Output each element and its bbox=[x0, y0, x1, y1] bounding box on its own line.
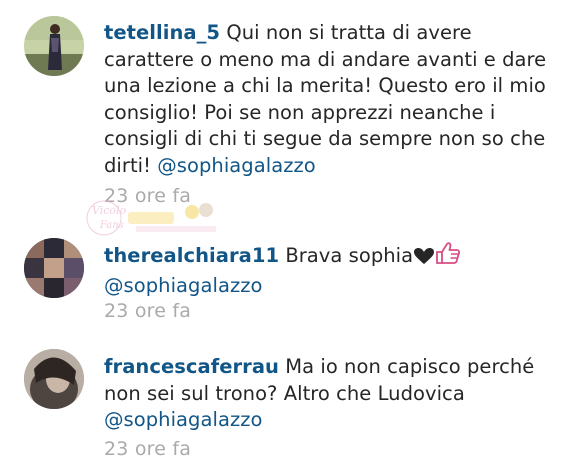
comment-text: tetellina_5 Qui non si tratta di avere c… bbox=[104, 20, 564, 179]
black-heart-icon bbox=[413, 246, 435, 273]
avatar[interactable] bbox=[24, 349, 84, 409]
mention-link[interactable]: @sophiagalazzo bbox=[157, 154, 316, 177]
mention-link[interactable]: @sophiagalazzo bbox=[104, 274, 263, 297]
avatar[interactable] bbox=[24, 16, 84, 76]
comment-text: therealchiara11 Brava sophia @sophiagala… bbox=[104, 241, 564, 299]
comment-username[interactable]: tetellina_5 bbox=[104, 21, 220, 44]
comment-body: Brava sophia bbox=[285, 244, 414, 267]
thumbs-up-icon bbox=[435, 241, 461, 273]
comment-timestamp: 23 ore fa bbox=[104, 300, 192, 322]
comment-username[interactable]: francescaferrau bbox=[104, 355, 279, 378]
mention-link[interactable]: @sophiagalazzo bbox=[104, 408, 263, 431]
comment-username[interactable]: therealchiara11 bbox=[104, 244, 279, 267]
comment-timestamp: 23 ore fa bbox=[104, 185, 192, 207]
comment-timestamp: 23 ore fa bbox=[104, 438, 192, 460]
svg-text:Fans: Fans bbox=[99, 220, 124, 231]
comment-text: francescaferrau Ma io non capisco perché… bbox=[104, 354, 564, 434]
avatar[interactable] bbox=[24, 238, 84, 298]
